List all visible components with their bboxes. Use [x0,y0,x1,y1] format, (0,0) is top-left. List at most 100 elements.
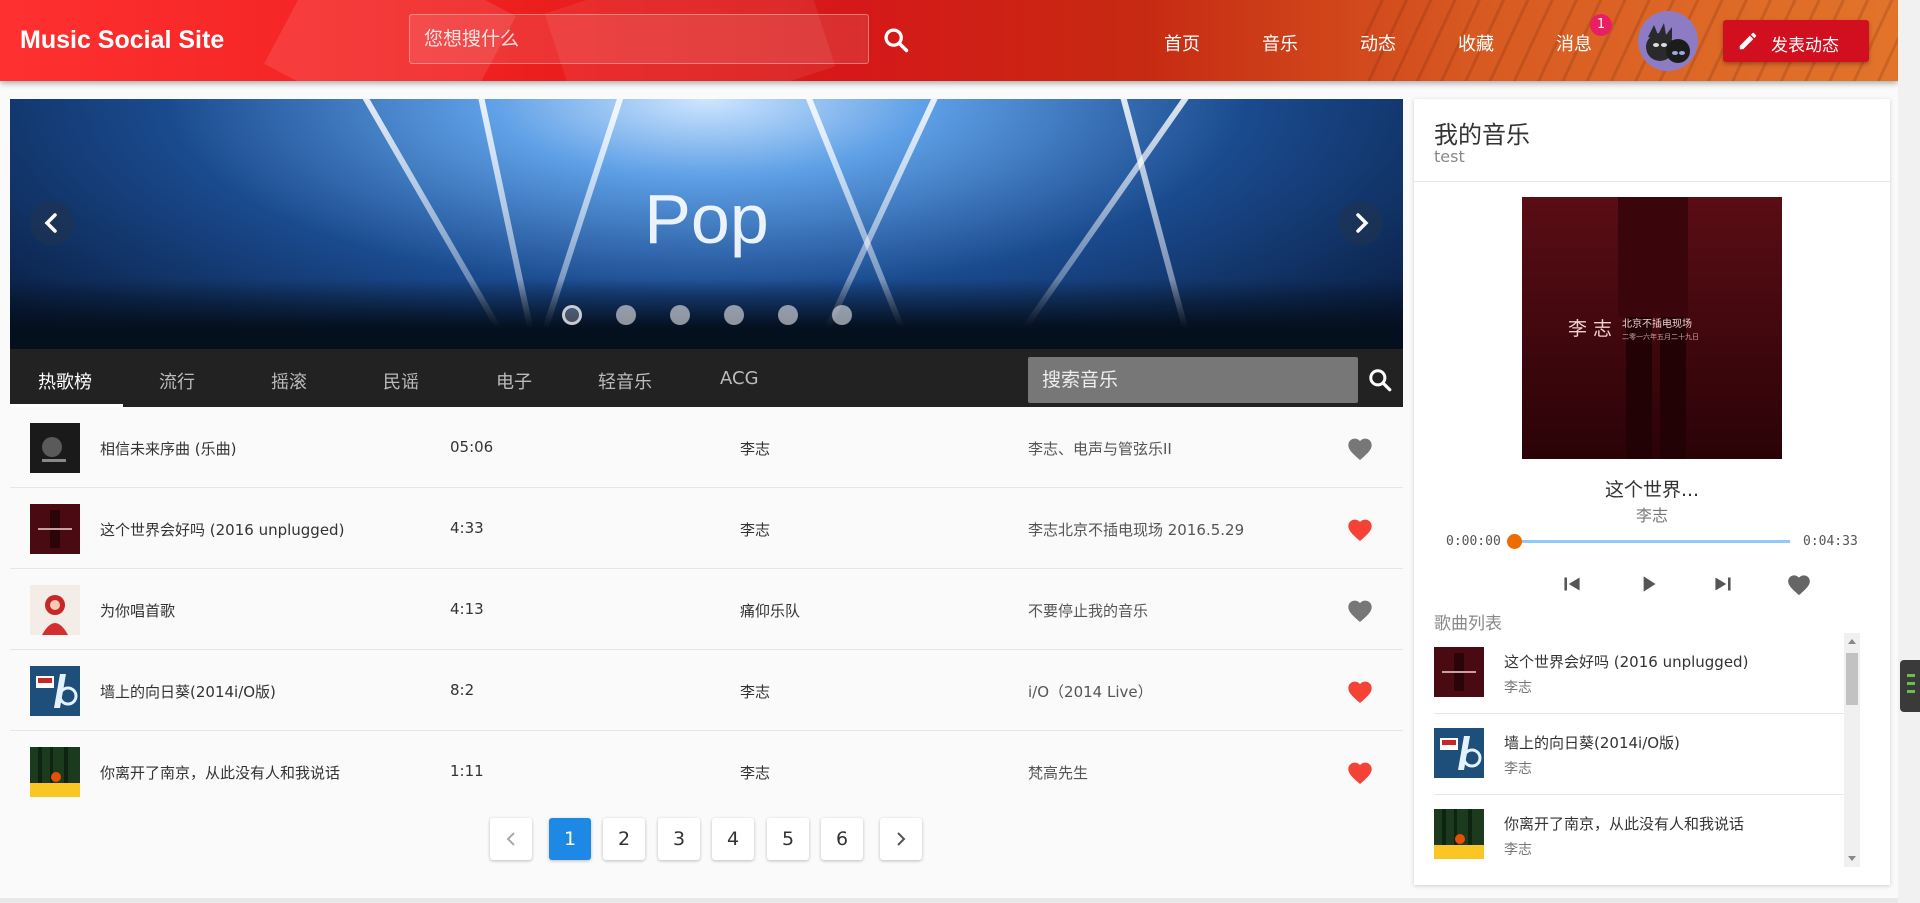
page-button[interactable]: 5 [767,818,809,860]
song-album[interactable]: 李志北京不插电现场 2016.5.29 [1028,519,1244,540]
genre-carousel[interactable]: Pop [10,99,1403,349]
song-name[interactable]: 为你唱首歌 [100,600,175,621]
table-row[interactable]: 这个世界会好吗 (2016 unplugged) 4:33 李志 李志北京不插电… [10,488,1403,569]
carousel-dot[interactable] [669,305,690,325]
playlist-scrollbar[interactable] [1844,633,1860,867]
album-cover [30,666,80,716]
carousel-dot[interactable] [831,305,852,325]
album-cover [1434,809,1484,859]
tab-folk[interactable]: 民谣 [383,368,419,394]
song-duration: 05:06 [450,438,494,456]
list-item[interactable]: 这个世界会好吗 (2016 unplugged) 李志 [1434,633,1844,714]
nav-music[interactable]: 音乐 [1262,30,1298,56]
list-item[interactable]: 墙上的向日葵(2014i/O版) 李志 [1434,714,1844,795]
tab-light-music[interactable]: 轻音乐 [598,368,652,394]
page-bottom-edge [0,898,1898,903]
nav-feed[interactable]: 动态 [1360,30,1396,56]
skip-next-icon[interactable] [1710,571,1736,597]
post-status-button[interactable]: 发表动态 [1723,20,1869,62]
tab-hot-chart[interactable]: 热歌榜 [38,368,92,394]
scroll-up-arrow[interactable] [1848,639,1856,644]
avatar-image [1646,23,1690,63]
tab-electronic[interactable]: 电子 [496,368,532,394]
side-widget[interactable] [1900,660,1920,712]
cover-date-text: 二零一六年五月二十九日 [1622,332,1699,341]
song-name[interactable]: 你离开了南京，从此没有人和我说话 [100,762,340,783]
chevron-left-icon [506,832,515,846]
playlist-song-artist: 李志 [1504,761,1532,777]
page-button[interactable]: 4 [712,818,754,860]
page-button[interactable]: 6 [821,818,863,860]
heart-icon[interactable] [1346,759,1374,785]
progress-thumb[interactable] [1507,534,1522,549]
user-avatar[interactable] [1638,11,1698,71]
carousel-dot[interactable] [777,305,798,325]
album-cover [30,423,80,473]
tab-pop[interactable]: 流行 [159,368,195,394]
page-scrollbar[interactable] [1898,0,1920,903]
prev-page-button[interactable] [490,818,532,860]
genre-tab-bar: 热歌榜 流行 摇滚 民谣 电子 轻音乐 ACG [10,349,1403,407]
song-artist[interactable]: 李志 [740,681,770,702]
table-row[interactable]: 相信未来序曲 (乐曲) 05:06 李志 李志、电声与管弦乐II [10,407,1403,488]
list-item[interactable]: 你离开了南京，从此没有人和我说话 李志 [1434,795,1844,867]
time-elapsed: 0:00:00 [1446,534,1501,549]
song-duration: 4:33 [450,519,484,537]
page-button[interactable]: 3 [658,818,700,860]
carousel-next-button[interactable] [1339,201,1383,245]
header-search-input[interactable] [410,15,868,63]
heart-icon[interactable] [1346,516,1374,542]
song-artist[interactable]: 李志 [740,762,770,783]
nav-messages[interactable]: 消息 [1556,30,1592,56]
song-album[interactable]: 不要停止我的音乐 [1028,600,1148,621]
carousel-prev-button[interactable] [30,201,74,245]
tab-rock[interactable]: 摇滚 [271,368,307,394]
playlist-song-name: 你离开了南京，从此没有人和我说话 [1504,815,1745,833]
song-name[interactable]: 墙上的向日葵(2014i/O版) [100,681,276,702]
header-search-box[interactable] [409,14,869,64]
page-button[interactable]: 1 [549,818,591,860]
heart-icon[interactable] [1346,597,1374,623]
table-row[interactable]: 墙上的向日葵(2014i/O版) 8:2 李志 i/O（2014 Live） [10,650,1403,731]
music-search-input[interactable] [1028,357,1358,403]
playlist-song-artist: 李志 [1504,842,1532,858]
play-icon[interactable] [1635,571,1661,597]
carousel-dot[interactable] [615,305,636,325]
next-page-button[interactable] [880,818,922,860]
carousel-dot[interactable] [723,305,744,325]
page-button[interactable]: 2 [603,818,645,860]
song-name[interactable]: 相信未来序曲 (乐曲) [100,438,236,459]
table-row[interactable]: 你离开了南京，从此没有人和我说话 1:11 李志 梵高先生 [10,731,1403,812]
tab-acg[interactable]: ACG [720,368,759,389]
song-artist[interactable]: 李志 [740,519,770,540]
scroll-down-arrow[interactable] [1848,856,1856,861]
song-artist[interactable]: 李志 [740,438,770,459]
song-name[interactable]: 这个世界会好吗 (2016 unplugged) [100,519,344,540]
heart-icon[interactable] [1346,678,1374,704]
music-search-box[interactable] [1028,357,1358,403]
album-cover [30,585,80,635]
table-row[interactable]: 为你唱首歌 4:13 痛仰乐队 不要停止我的音乐 [10,569,1403,650]
panel-username: test [1434,147,1465,166]
site-logo[interactable]: Music Social Site [20,26,224,55]
cover-artist-text: 李 志 [1568,318,1612,340]
search-icon[interactable] [1367,367,1393,393]
nav-home[interactable]: 首页 [1164,30,1200,56]
song-album[interactable]: 李志、电声与管弦乐II [1028,438,1172,459]
scroll-thumb[interactable] [1846,653,1858,705]
cover-album-text: 北京不插电现场 [1622,317,1692,330]
carousel-dot[interactable] [561,305,582,325]
progress-track[interactable] [1514,540,1790,543]
post-status-label: 发表动态 [1771,36,1839,56]
now-playing-artist: 李志 [1635,506,1668,525]
song-album[interactable]: i/O（2014 Live） [1028,681,1153,702]
song-album[interactable]: 梵高先生 [1028,762,1088,783]
nav-favorites[interactable]: 收藏 [1458,30,1494,56]
heart-icon[interactable] [1346,435,1374,461]
search-icon[interactable] [882,26,910,54]
song-artist[interactable]: 痛仰乐队 [740,600,800,621]
chevron-right-icon [897,832,906,846]
song-duration: 4:13 [450,600,484,618]
heart-icon[interactable] [1786,571,1812,597]
skip-previous-icon[interactable] [1559,571,1585,597]
